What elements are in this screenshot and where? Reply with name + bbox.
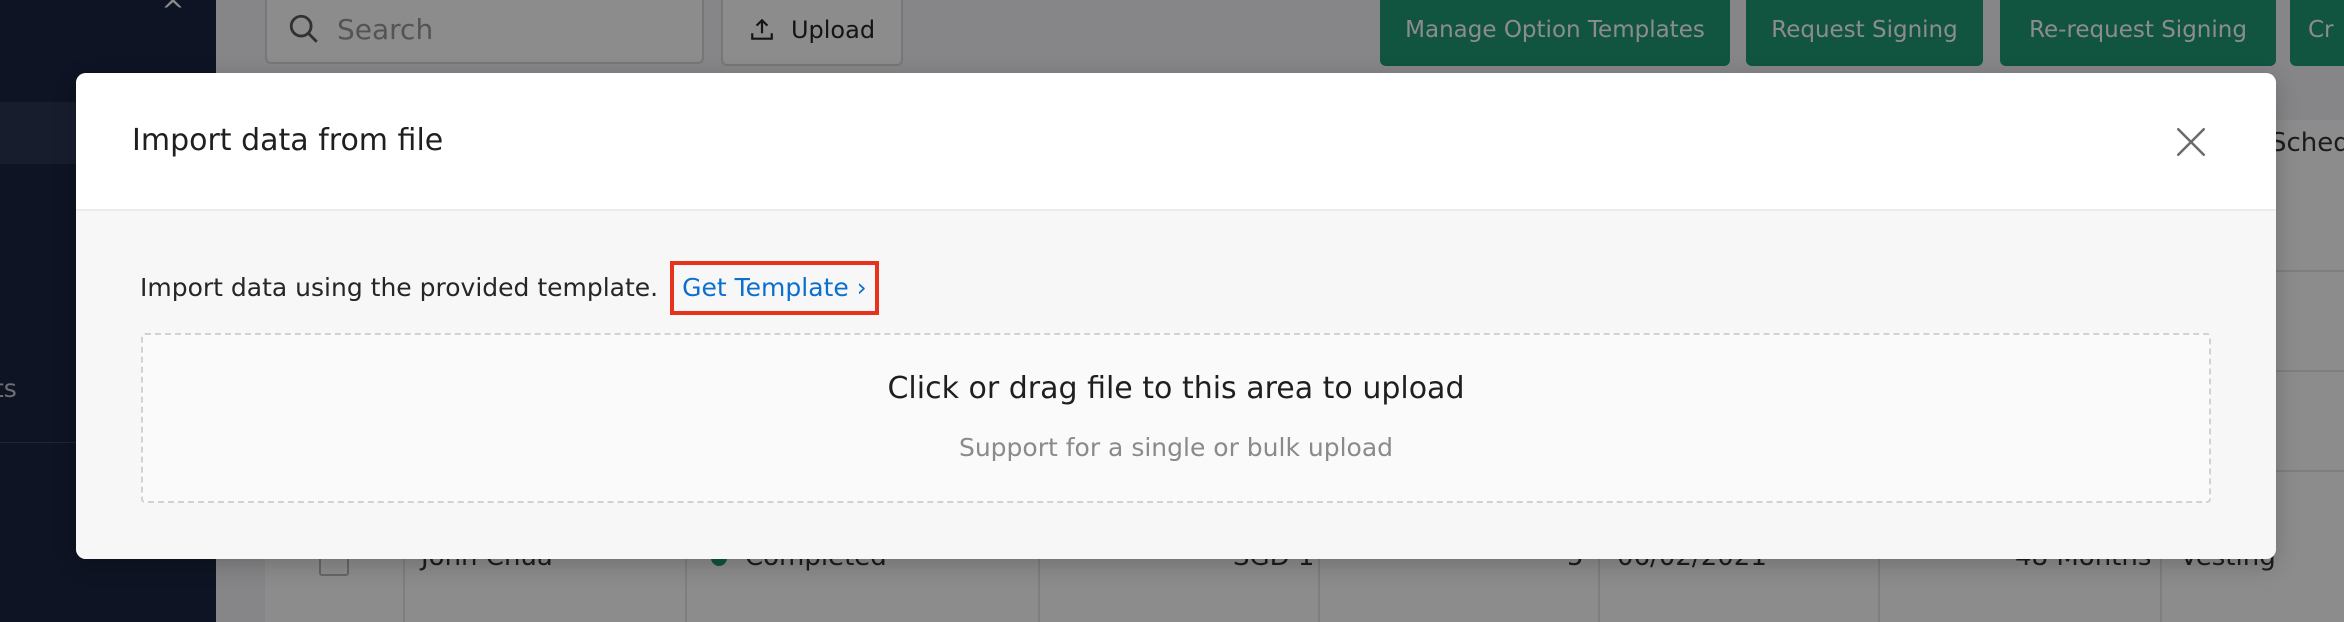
close-icon[interactable] bbox=[2174, 125, 2208, 159]
dropzone-hint: Support for a single or bulk upload bbox=[958, 433, 1394, 462]
import-modal: Import data from file Import data using … bbox=[76, 73, 2276, 559]
file-dropzone[interactable]: Click or drag file to this area to uploa… bbox=[141, 333, 2211, 503]
modal-title: Import data from file bbox=[132, 123, 444, 158]
modal-body: Import data using the provided template.… bbox=[76, 211, 2276, 559]
instruction-text: Import data using the provided template. bbox=[140, 273, 659, 302]
dropzone-title: Click or drag file to this area to uploa… bbox=[887, 371, 1465, 406]
get-template-link[interactable]: Get Template › bbox=[670, 261, 879, 315]
modal-header: Import data from file bbox=[76, 73, 2276, 211]
instruction-row: Import data using the provided template.… bbox=[140, 261, 879, 315]
